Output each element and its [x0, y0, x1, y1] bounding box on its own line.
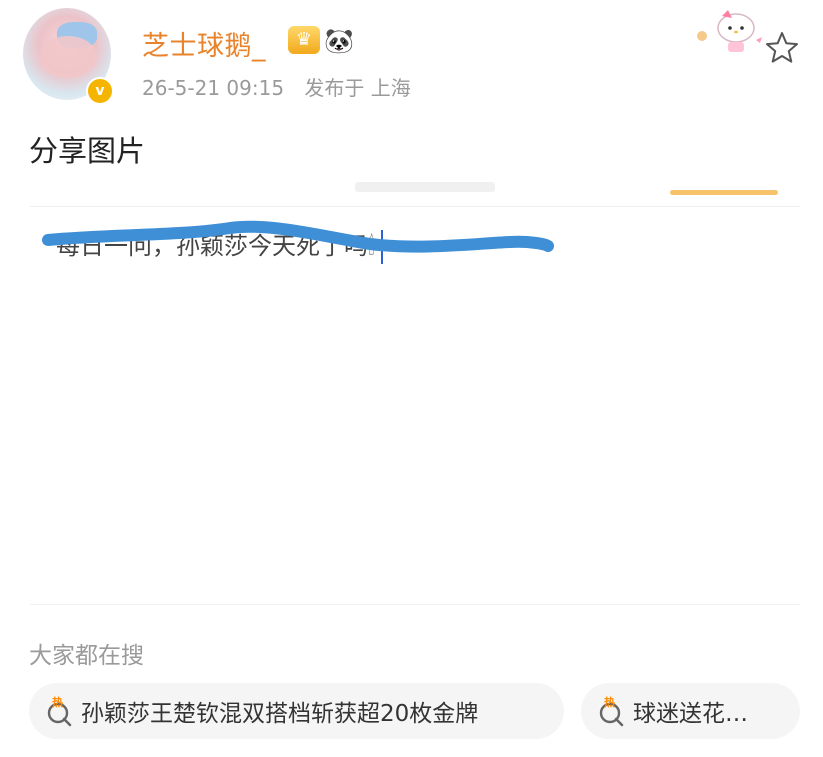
hot-search-icon: 热: [599, 695, 624, 727]
post-location: 发布于 上海: [304, 76, 411, 100]
panda-icon: 🐼: [324, 27, 354, 55]
vip-crown-icon: ♛: [288, 26, 320, 54]
trending-search-label: 孙颖莎王楚钦混双搭档斩获超20枚金牌: [81, 701, 479, 727]
scribble-redaction-mark: [42, 220, 554, 253]
author-badges: ♛ 🐼: [288, 26, 354, 56]
shared-image-top-edge: [30, 182, 800, 207]
trending-search-item[interactable]: 热 孙颖莎王楚钦混双搭档斩获超20枚金牌: [29, 683, 564, 739]
author-name[interactable]: 芝士球鹅_: [142, 24, 266, 63]
hot-tag: 热: [604, 695, 615, 709]
hot-search-icon: 热: [47, 695, 72, 727]
trending-search-item[interactable]: 热 球迷送花…: [581, 683, 800, 739]
cropped-orange-button: [670, 190, 778, 195]
post-meta: 26-5-21 09:15 发布于 上海: [142, 72, 425, 101]
post-text: 分享图片: [29, 134, 146, 168]
content-divider: [30, 604, 800, 605]
trending-search-label: 球迷送花…: [633, 701, 748, 727]
avatar-face: [39, 36, 97, 78]
cropped-text-remnant: [355, 182, 495, 192]
favorite-star-icon[interactable]: [764, 30, 800, 66]
post-timestamp: 26-5-21 09:15: [142, 76, 285, 100]
verified-badge-icon: v: [86, 77, 114, 105]
hello-kitty-decoration-icon: [697, 10, 762, 52]
hot-tag: 热: [52, 695, 63, 709]
trending-section-title: 大家都在搜: [29, 643, 144, 669]
